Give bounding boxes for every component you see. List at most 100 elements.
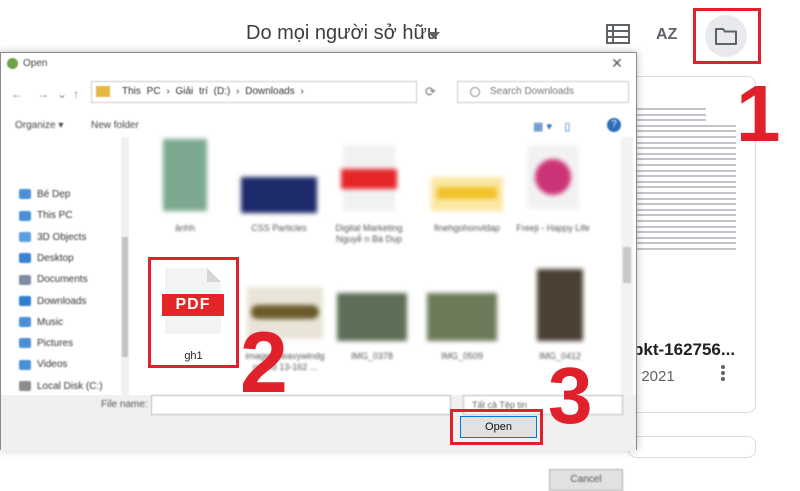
nav-item[interactable]: Desktop (19, 253, 127, 271)
nav-item-label: Downloads (37, 295, 87, 307)
document-text-line (636, 186, 736, 189)
document-text-line (636, 147, 736, 150)
nav-scrollbar[interactable] (121, 137, 129, 395)
navigation-pane: Bé Dẹp This PC 3D Objects Desktop Documents D… (1, 137, 129, 434)
document-text-line (636, 220, 736, 222)
help-icon[interactable]: ? (607, 118, 621, 132)
image-thumbnail (337, 293, 407, 341)
new-folder-button[interactable]: New folder (91, 120, 139, 131)
nav-item-icon (19, 210, 31, 221)
cancel-button[interactable]: Cancel (549, 469, 623, 491)
nav-item-label: Pictures (37, 338, 74, 350)
nav-item-icon (19, 317, 31, 328)
document-text-line (636, 231, 736, 234)
more-options-icon[interactable] (718, 363, 728, 385)
image-thumbnail (537, 269, 583, 341)
folder-button[interactable] (705, 15, 747, 57)
search-input[interactable]: Search Downloads (457, 81, 629, 103)
navigation-bar: ← → ⌄ ↑ This PC › Giải trí (D:) › Downlo… (1, 79, 636, 107)
document-text-line (636, 214, 736, 217)
document-text-line (636, 208, 736, 211)
search-placeholder: Search Downloads (490, 86, 574, 97)
organize-menu[interactable]: Organize ▾ (15, 120, 63, 131)
document-text-line (636, 108, 706, 110)
open-button[interactable]: Open (460, 416, 537, 438)
nav-item-icon (19, 359, 31, 370)
document-text-line (636, 192, 736, 194)
document-text-line (636, 141, 736, 144)
nav-item[interactable]: Pictures (19, 338, 127, 356)
view-options-icon[interactable]: ▦ ▾ ▯ (533, 120, 570, 133)
address-bar[interactable]: This PC › Giải trí (D:) › Downloads › (91, 81, 417, 103)
pdf-file-icon (341, 145, 397, 211)
image-thumbnail (241, 177, 317, 213)
nav-item-icon (19, 338, 31, 349)
forward-arrow-icon[interactable]: → (37, 87, 49, 101)
nav-item[interactable]: Music (19, 317, 127, 335)
file-card[interactable] (628, 436, 756, 458)
nav-item-icon (19, 189, 31, 200)
image-thumbnail (431, 177, 503, 211)
document-text-line (636, 152, 736, 155)
nav-item[interactable]: Videos (19, 359, 127, 377)
nav-item-label: This PC (37, 210, 73, 222)
file-tile-name: gh1 (184, 350, 203, 362)
nav-item[interactable]: 3D Objects (19, 232, 127, 250)
close-icon[interactable]: ✕ (605, 55, 629, 73)
music-file-icon (527, 145, 579, 209)
nav-item[interactable]: This PC (19, 210, 127, 228)
step-1-annotation: 1 (736, 69, 781, 158)
file-tile-name: Freeji - Happy Life (516, 223, 590, 233)
nav-item-label: Videos (37, 359, 68, 371)
document-text-line (636, 242, 736, 245)
drive-header-title[interactable]: Do mọi người sở hữu (246, 22, 438, 45)
nav-item-label: 3D Objects (37, 231, 87, 243)
nav-item[interactable]: Bé Dẹp (19, 189, 127, 207)
file-card-date: , 2021 (633, 368, 675, 385)
document-text-line (636, 124, 736, 127)
nav-item-label: Bé Dẹp (37, 189, 71, 200)
document-text-line (636, 236, 736, 239)
nav-item-label: Music (37, 316, 64, 328)
up-arrow-icon[interactable]: ↑ (73, 87, 79, 101)
file-name-input[interactable] (151, 395, 451, 415)
document-text-line (636, 175, 736, 178)
file-tile-name: IMG_0509 (440, 351, 484, 361)
file-tile-gh1[interactable]: PDF gh1 (148, 257, 239, 368)
document-text-line (636, 169, 736, 172)
back-arrow-icon[interactable]: ← (11, 87, 23, 101)
step-2-annotation: 2 (240, 315, 288, 411)
file-list-scrollbar[interactable] (621, 137, 633, 395)
list-view-icon[interactable] (605, 22, 631, 46)
pdf-badge: PDF (162, 294, 224, 316)
nav-item-label: Documents (37, 274, 88, 286)
nav-item-icon (19, 274, 31, 285)
folder-icon (96, 86, 110, 97)
nav-item[interactable]: Downloads (19, 296, 127, 314)
refresh-icon[interactable]: ⟳ (425, 84, 436, 100)
command-bar: Organize ▾ New folder ▦ ▾ ▯ ? (1, 115, 636, 137)
nav-item-icon (19, 253, 31, 264)
folder-icon (715, 28, 737, 45)
file-tile-name: Digital Marketing Nguyễ n Bá Dụp (335, 223, 403, 244)
dropdown-caret-icon[interactable] (428, 32, 440, 39)
document-thumbnail (632, 100, 742, 260)
breadcrumb[interactable]: This PC › Giải trí (D:) › Downloads › (122, 86, 304, 97)
nav-item[interactable]: Documents (19, 274, 127, 292)
document-text-line (636, 130, 736, 133)
document-text-line (636, 158, 736, 161)
chrome-logo-icon (7, 58, 18, 69)
file-card-name: pkt-162756... (633, 340, 736, 359)
document-text-line (636, 180, 736, 183)
open-file-dialog: Open ✕ ← → ⌄ ↑ This PC › Giải trí (D:) ›… (0, 52, 637, 491)
sort-az-icon[interactable]: AZ (656, 22, 684, 48)
file-tile-name: finehgohonvldap (433, 223, 501, 233)
document-text-line (636, 119, 706, 122)
nav-item-icon (19, 381, 31, 392)
dialog-titlebar[interactable] (1, 53, 636, 75)
document-text-line (636, 164, 736, 166)
document-text-line (636, 113, 706, 116)
nav-item-icon (19, 295, 31, 306)
recent-dropdown-icon[interactable]: ⌄ (57, 87, 67, 101)
dialog-title: Open (23, 58, 48, 69)
